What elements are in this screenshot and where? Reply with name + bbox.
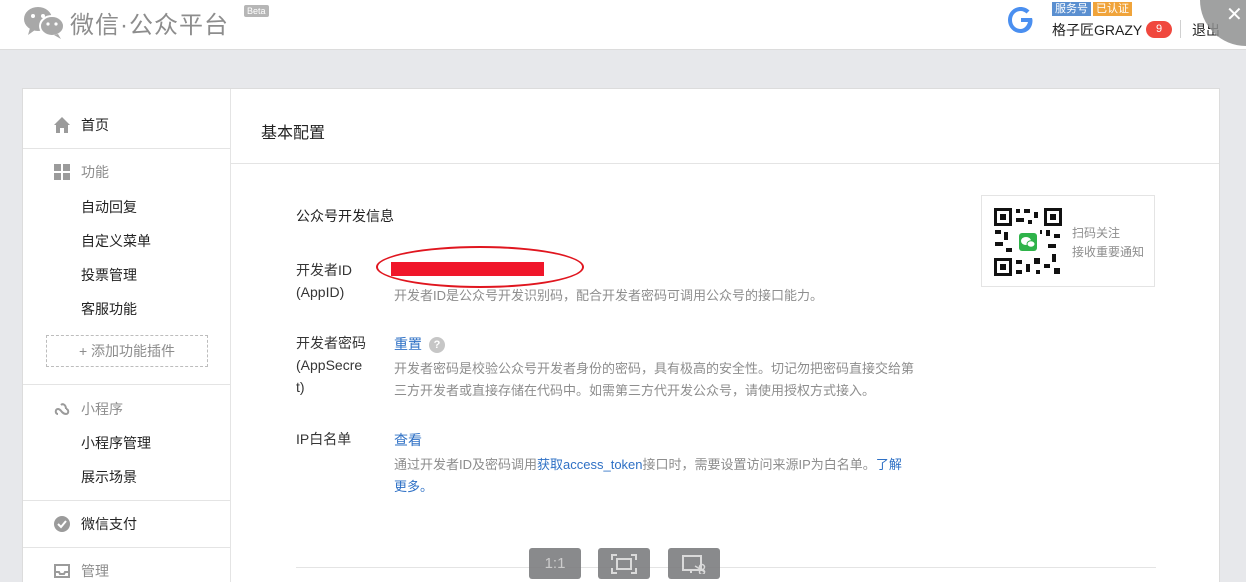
ip-desc-text: 通过开发者ID及密码调用 [394,457,538,472]
fit-screen-button[interactable] [598,548,650,579]
screenshot-icon [681,555,707,576]
add-plugin-button[interactable]: + 添加功能插件 [46,335,208,367]
divider [23,500,231,501]
appid-description: 开发者ID是公众号开发识别码，配合开发者密码可调用公众号的接口能力。 [394,288,824,303]
sidebar-section-manage: 管理 [23,561,231,581]
view-ip-whitelist-link[interactable]: 查看 [394,430,422,450]
divider [23,547,231,548]
top-header: 微信·公众平台 Beta 服务号 已认证 格子匠GRAZY 9 退出 ✕ [0,0,1246,50]
qr-subscribe-box: 扫码关注 接收重要通知 [981,195,1155,287]
header-divider [1180,20,1181,38]
beta-badge: Beta [244,5,269,17]
learn-more-link-cont[interactable]: 更多。 [394,479,433,494]
account-avatar[interactable] [1005,4,1037,36]
divider [23,384,231,385]
appid-label: 开发者ID [296,262,352,278]
sidebar-item-wechat-pay[interactable]: 微信支付 [23,514,231,534]
actual-size-button[interactable]: 1:1 [529,548,581,579]
service-account-badge: 服务号 [1052,2,1091,16]
verified-badge: 已认证 [1093,2,1132,16]
page-title: 基本配置 [261,125,326,142]
screenshot-button[interactable] [668,548,720,579]
appsecret-description-2: 三方开发者或直接存储在代码中。如需第三方代开发公众号，请使用授权方式接入。 [394,383,876,398]
sidebar: 首页 功能 自动回复 自定义菜单 投票管理 客服功能 + 添加功能插件 小程序 … [23,89,231,582]
divider [296,567,1156,568]
divider [23,148,231,149]
access-token-link[interactable]: 获取access_token [537,457,643,472]
sidebar-section-label: 功能 [81,164,109,180]
sidebar-item-auto-reply[interactable]: 自动回复 [81,197,137,217]
platform-title: 微信·公众平台 [70,11,229,39]
highlight-ellipse [376,246,584,288]
content-area: 基本配置 公众号开发信息 开发者ID (AppID) 开发者ID是公众号开发识别… [231,89,1219,582]
divider [231,163,1219,164]
appid-label-sub: (AppID) [296,284,345,300]
account-name[interactable]: 格子匠GRAZY [1052,20,1142,40]
actual-size-label: 1:1 [544,555,566,572]
main-container: 首页 功能 自动回复 自定义菜单 投票管理 客服功能 + 添加功能插件 小程序 … [22,88,1220,582]
sidebar-item-vote-management[interactable]: 投票管理 [81,265,137,285]
grid-icon [53,163,71,181]
wechat-logo[interactable]: 微信·公众平台 [22,4,229,40]
appsecret-description-1: 开发者密码是校验公众号开发者身份的密码，具有极高的安全性。切记勿把密码直接交给第 [394,361,915,376]
sidebar-section-label: 管理 [81,563,109,579]
appsecret-label-sub: (AppSecre [296,357,363,373]
sidebar-item-custom-menu[interactable]: 自定义菜单 [81,231,151,251]
add-plugin-label: 添加功能插件 [91,343,176,359]
plus-icon: + [78,343,92,359]
notification-count-badge[interactable]: 9 [1146,21,1172,38]
sidebar-item-miniprogram-management[interactable]: 小程序管理 [81,433,151,453]
wechat-icon [22,4,66,40]
inbox-icon [53,562,71,580]
qr-caption-2: 接收重要通知 [1072,245,1145,259]
sidebar-section-features: 功能 [23,162,231,182]
wechat-pay-icon [53,515,71,533]
home-icon [53,116,71,134]
miniprogram-icon [53,400,71,418]
section-title: 公众号开发信息 [296,208,394,224]
qr-caption-1: 扫码关注 [1072,226,1121,240]
sidebar-item-label: 首页 [81,117,109,133]
sidebar-item-label: 微信支付 [81,516,137,532]
sidebar-item-display-scenes[interactable]: 展示场景 [81,467,137,487]
learn-more-link[interactable]: 了解 [876,457,902,472]
ip-whitelist-description: 通过开发者ID及密码调用获取access_token接口时，需要设置访问来源IP… [394,454,959,498]
fit-screen-icon [611,554,637,575]
sidebar-section-miniprogram: 小程序 [23,399,231,419]
sidebar-item-home[interactable]: 首页 [23,115,231,135]
ip-desc-text: 接口时，需要设置访问来源IP为白名单。 [642,457,876,472]
appsecret-label: 开发者密码 [296,335,366,351]
sidebar-item-customer-service[interactable]: 客服功能 [81,299,137,319]
reset-secret-link[interactable]: 重置 [394,334,422,354]
ip-whitelist-label: IP白名单 [296,431,352,447]
close-icon[interactable]: ✕ [1226,2,1243,27]
sidebar-section-label: 小程序 [81,401,123,417]
qr-code [992,206,1064,278]
help-icon[interactable]: ? [429,337,445,353]
appsecret-label-sub2: t) [296,379,305,395]
